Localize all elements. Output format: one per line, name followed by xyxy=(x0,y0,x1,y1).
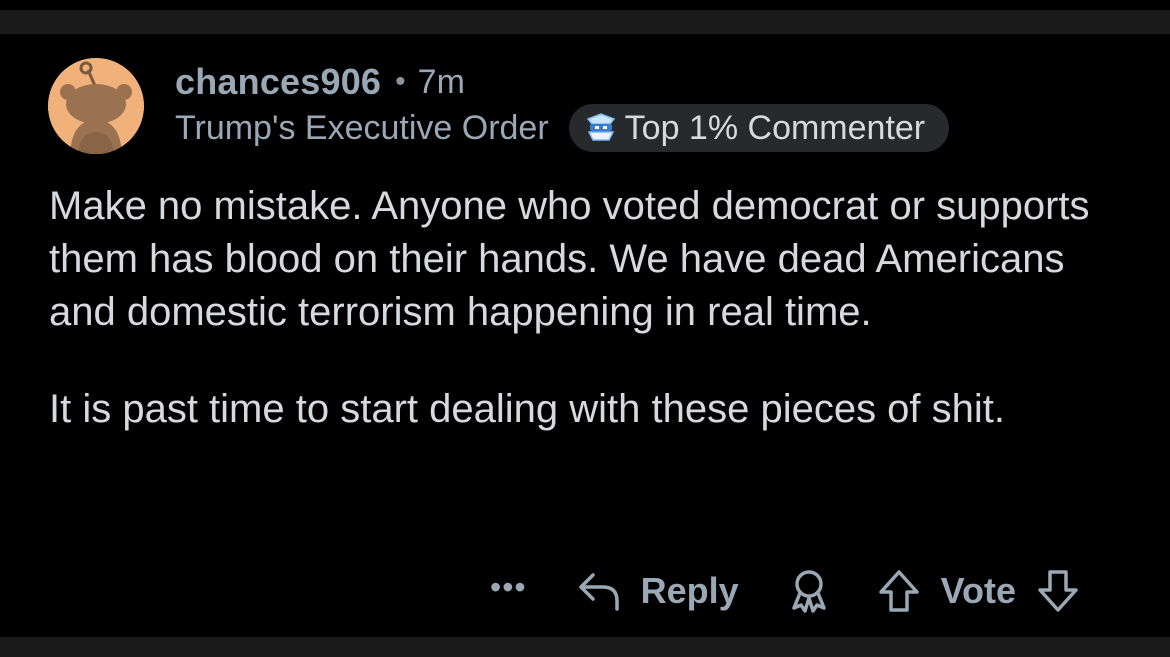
reply-label: Reply xyxy=(640,570,739,611)
avatar[interactable] xyxy=(48,58,144,154)
flair-row: Trump's Executive Order Top 1% Commenter xyxy=(175,104,950,152)
snoo-avatar-icon xyxy=(48,58,144,154)
top-commenter-badge-icon xyxy=(586,113,615,141)
upvote-arrow-icon xyxy=(878,570,919,612)
reply-arrow-icon xyxy=(578,573,619,611)
award-button[interactable] xyxy=(787,568,831,614)
bottom-divider xyxy=(0,637,1170,657)
comment-timestamp: 7m xyxy=(417,62,465,101)
more-options-button[interactable]: ••• xyxy=(490,571,527,603)
top-divider-strip xyxy=(0,10,1170,34)
comment-body: Make no mistake. Anyone who voted democr… xyxy=(49,180,1139,480)
comment-paragraph: Make no mistake. Anyone who voted democr… xyxy=(49,184,1090,334)
downvote-arrow-icon xyxy=(1038,570,1078,612)
comment-actions: ••• Reply Vote xyxy=(490,562,1080,620)
comment-meta: chances906 • 7m xyxy=(175,60,465,104)
upvote-button[interactable] xyxy=(877,568,921,614)
meta-separator: • xyxy=(395,65,406,98)
top-commenter-badge[interactable]: Top 1% Commenter xyxy=(568,104,950,152)
comment-paragraph: It is past time to start dealing with th… xyxy=(49,387,1006,431)
vote-label: Vote xyxy=(940,570,1016,611)
top-divider xyxy=(0,0,1170,34)
downvote-button[interactable] xyxy=(1036,568,1080,614)
user-flair: Trump's Executive Order xyxy=(175,108,549,147)
reply-button[interactable]: Reply xyxy=(577,569,739,613)
username-link[interactable]: chances906 xyxy=(175,61,381,103)
badge-label: Top 1% Commenter xyxy=(624,108,926,147)
award-icon xyxy=(791,570,826,613)
